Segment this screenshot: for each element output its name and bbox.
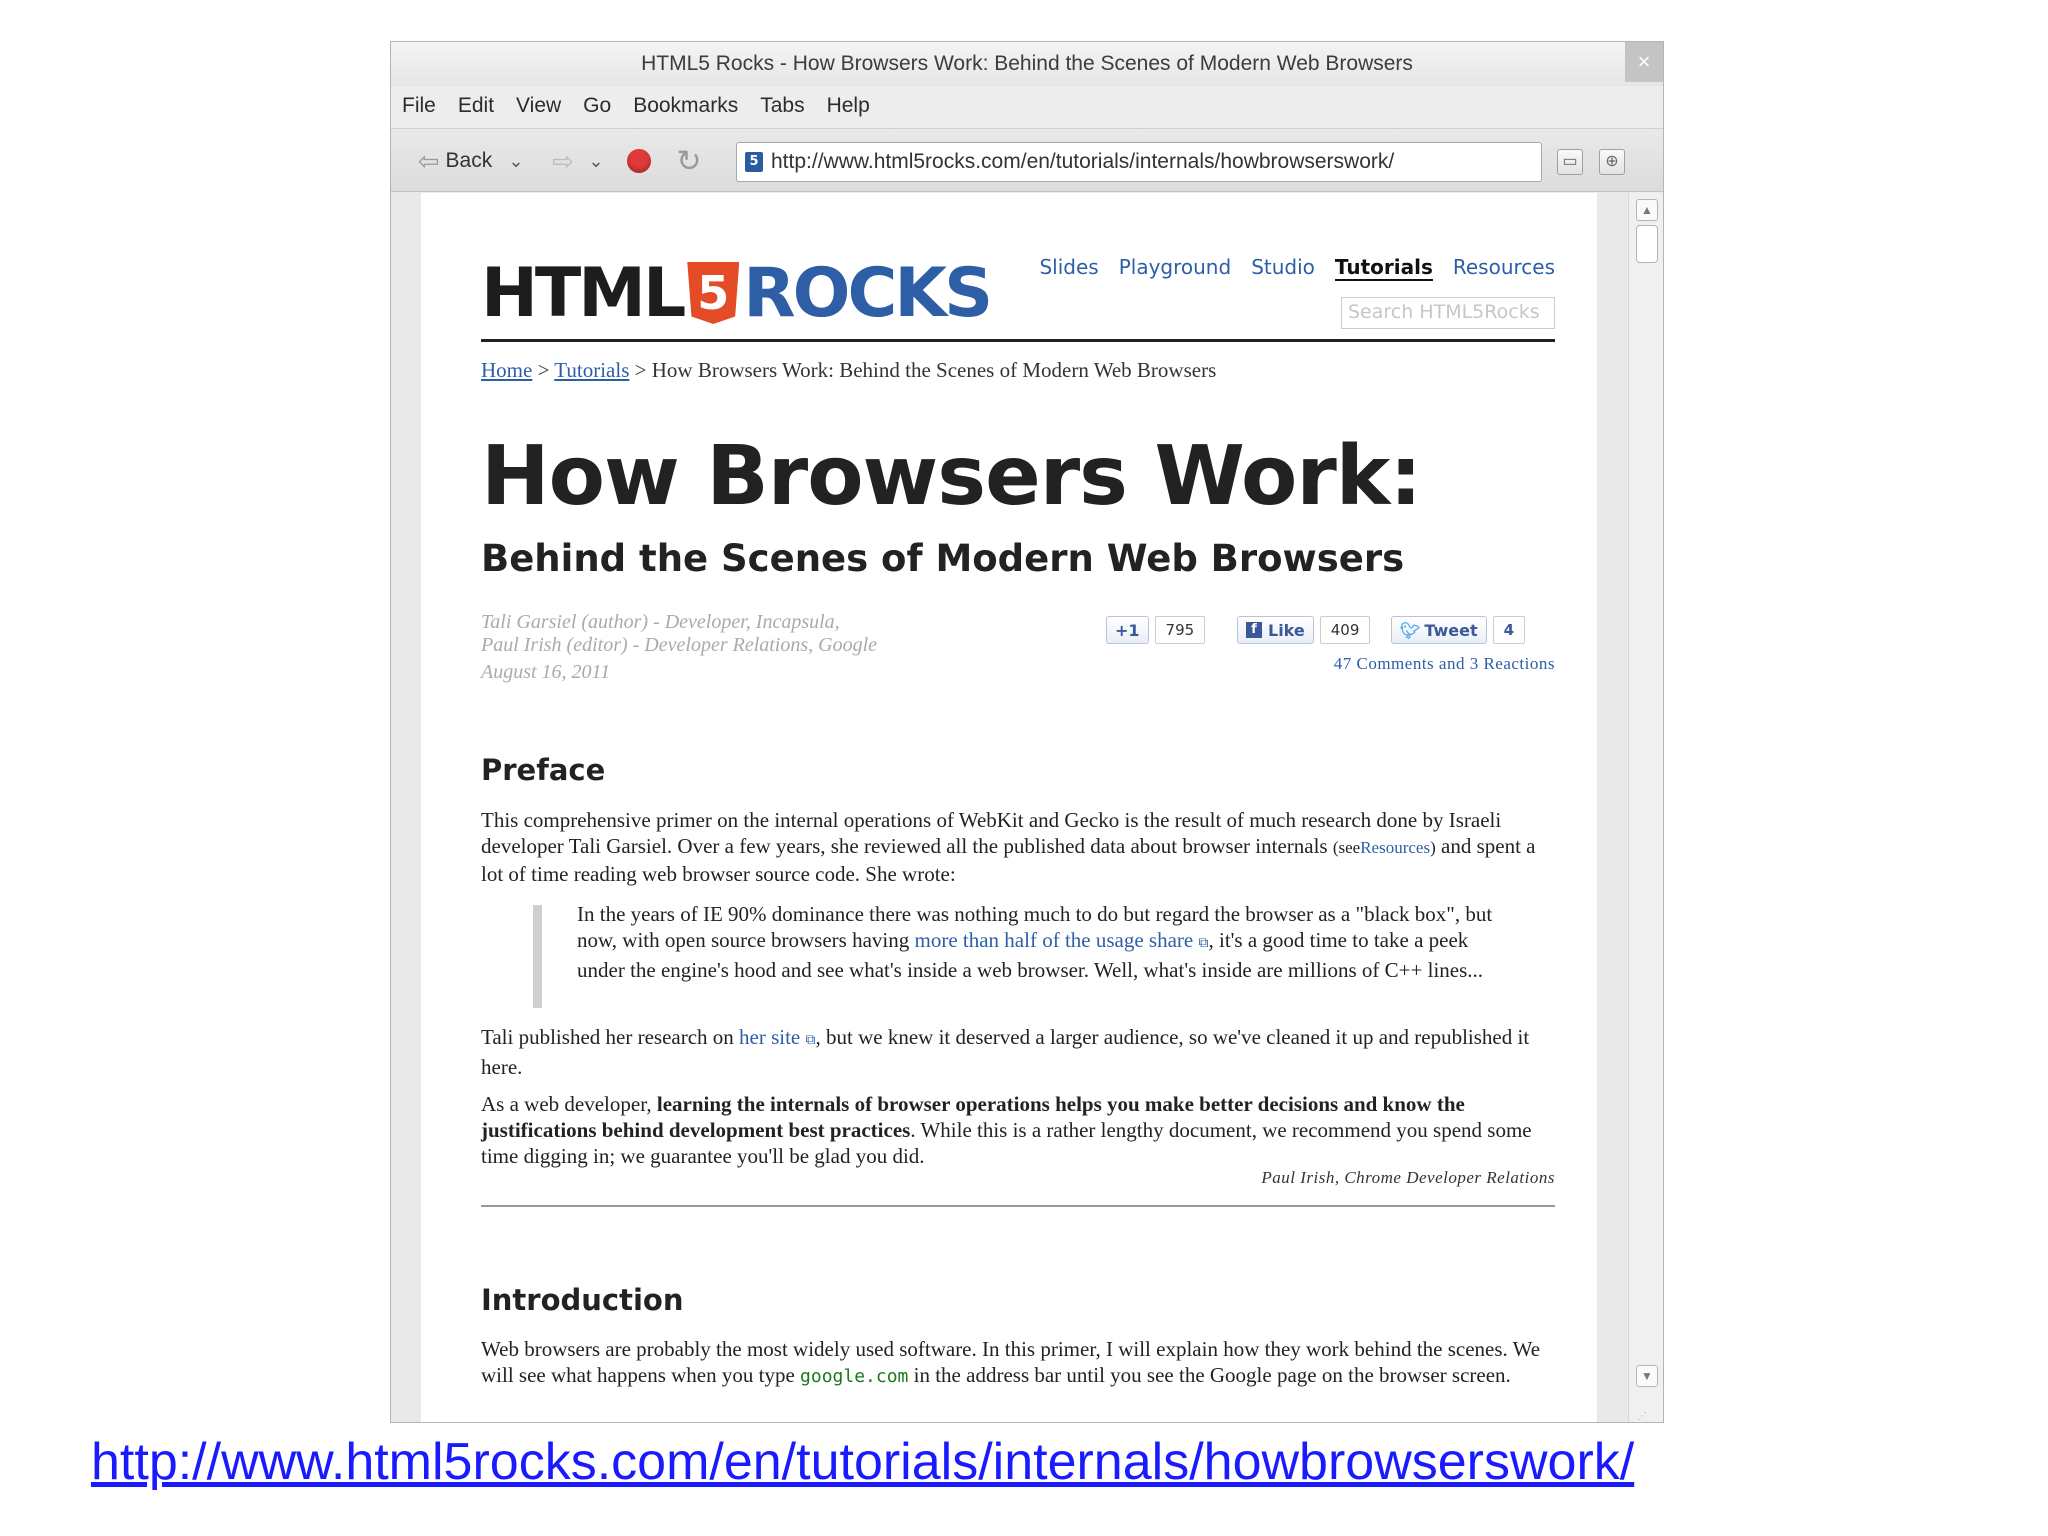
minimize-toolbar-icon[interactable]: ▭: [1557, 149, 1583, 175]
external-link-icon: ⧉: [805, 1033, 816, 1048]
html5-badge-icon: 5: [687, 262, 740, 324]
back-history-dropdown-icon[interactable]: ⌄: [503, 129, 529, 193]
forward-history-dropdown-icon[interactable]: ⌄: [583, 129, 609, 193]
facebook-icon: f: [1246, 622, 1262, 638]
menu-tabs[interactable]: Tabs: [760, 94, 804, 118]
twitter-bird-icon: 🐦︎: [1400, 620, 1421, 640]
plusone-count: 795: [1154, 616, 1206, 644]
vertical-scrollbar[interactable]: ▲ ▼ ⋰: [1628, 193, 1663, 1422]
her-site-link[interactable]: her site ⧉: [739, 1025, 815, 1049]
tweet-widget: 🐦︎ Tweet 4: [1391, 616, 1526, 644]
comments-link[interactable]: 47 Comments and 3 Reactions: [1334, 654, 1555, 674]
close-icon[interactable]: ×: [1625, 42, 1663, 82]
preface-p2-text: Tali published her research on: [481, 1025, 734, 1049]
tweet-label: Tweet: [1424, 620, 1478, 640]
preface-paragraph-2: Tali published her research on her site …: [481, 1024, 1559, 1080]
back-button[interactable]: ⇦ Back: [407, 129, 503, 193]
breadcrumb-separator: >: [634, 358, 647, 382]
like-label: Like: [1268, 620, 1305, 640]
article-meta: Tali Garsiel (author) - Developer, Incap…: [481, 611, 877, 684]
preface-p1-see: (see: [1332, 838, 1361, 857]
stop-button[interactable]: [617, 129, 661, 193]
nav-studio[interactable]: Studio: [1251, 255, 1315, 281]
scroll-down-icon[interactable]: ▼: [1636, 1365, 1658, 1387]
site-search-input[interactable]: Search HTML5Rocks: [1341, 297, 1555, 329]
resize-grip-icon[interactable]: ⋰: [1637, 1411, 1647, 1422]
preface-p1-close: ): [1430, 838, 1436, 857]
preface-paragraph-3: As a web developer, learning the interna…: [481, 1091, 1559, 1169]
nav-resources[interactable]: Resources: [1453, 255, 1555, 281]
header-divider: [481, 339, 1555, 342]
plusone-button[interactable]: +1: [1106, 616, 1149, 644]
editor-line: Paul Irish (editor) - Developer Relation…: [481, 634, 878, 656]
preface-p3-text: As a web developer,: [481, 1092, 652, 1116]
intro-code: google.com: [800, 1366, 909, 1387]
back-label: Back: [445, 149, 493, 172]
preface-signature: Paul Irish, Chrome Developer Relations: [1261, 1168, 1555, 1187]
nav-playground[interactable]: Playground: [1119, 255, 1231, 281]
window-title: HTML5 Rocks - How Browsers Work: Behind …: [641, 52, 1413, 75]
navigation-toolbar: ⇦ Back ⌄ ⇨ ⌄ ↻ 5 http://www.html5rocks.c…: [391, 128, 1663, 192]
menu-bar: File Edit View Go Bookmarks Tabs Help: [391, 86, 1663, 126]
like-widget: f Like 409: [1237, 616, 1371, 644]
site-logo[interactable]: HTML 5 ROCKS: [481, 254, 993, 333]
intro-text-end: in the address bar until you see the Goo…: [913, 1363, 1511, 1387]
article-subtitle: Behind the Scenes of Modern Web Browsers: [481, 537, 1405, 580]
menu-help[interactable]: Help: [827, 94, 870, 118]
new-tab-icon[interactable]: ⊕: [1599, 149, 1625, 175]
usage-share-link-text: more than half of the usage share: [914, 928, 1194, 952]
resources-link[interactable]: Resources: [1360, 838, 1430, 857]
menu-go[interactable]: Go: [583, 94, 611, 118]
nav-tutorials[interactable]: Tutorials: [1334, 255, 1433, 281]
back-arrow-icon: ⇦: [417, 145, 440, 176]
forward-arrow-icon[interactable]: ⇨: [543, 129, 583, 193]
browser-window: HTML5 Rocks - How Browsers Work: Behind …: [390, 41, 1664, 1423]
blockquote: In the years of IE 90% dominance there w…: [577, 901, 1507, 983]
her-site-link-text: her site: [739, 1025, 801, 1049]
menu-edit[interactable]: Edit: [458, 94, 494, 118]
stop-icon: [627, 149, 651, 173]
like-count: 409: [1319, 616, 1371, 644]
plusone-widget: +1 795: [1106, 616, 1206, 644]
logo-rocks-text: ROCKS: [743, 253, 993, 333]
introduction-heading: Introduction: [481, 1283, 684, 1317]
reload-icon[interactable]: ↻: [667, 129, 711, 193]
scroll-up-icon[interactable]: ▲: [1636, 199, 1658, 221]
tweet-button[interactable]: 🐦︎ Tweet: [1391, 616, 1487, 644]
breadcrumb-current: How Browsers Work: Behind the Scenes of …: [651, 358, 1217, 382]
preface-paragraph-1: This comprehensive primer on the interna…: [481, 807, 1559, 887]
breadcrumb-separator: >: [537, 358, 550, 382]
title-bar: HTML5 Rocks - How Browsers Work: Behind …: [391, 42, 1663, 86]
menu-view[interactable]: View: [516, 94, 561, 118]
menu-bookmarks[interactable]: Bookmarks: [633, 94, 738, 118]
like-button[interactable]: f Like: [1237, 616, 1314, 644]
scroll-thumb[interactable]: [1636, 225, 1658, 263]
article-title: How Browsers Work:: [481, 429, 1422, 524]
menu-file[interactable]: File: [402, 94, 436, 118]
introduction-paragraph: Web browsers are probably the most widel…: [481, 1336, 1559, 1390]
breadcrumb-home-link[interactable]: Home: [481, 358, 532, 382]
breadcrumb: Home > Tutorials > How Browsers Work: Be…: [481, 358, 1216, 383]
url-text[interactable]: http://www.html5rocks.com/en/tutorials/i…: [771, 150, 1394, 174]
section-divider: [481, 1205, 1555, 1207]
site-favicon-icon: 5: [745, 152, 763, 172]
tweet-count: 4: [1492, 616, 1526, 644]
usage-share-link[interactable]: more than half of the usage share ⧉: [915, 928, 1209, 952]
breadcrumb-tutorials-link[interactable]: Tutorials: [554, 358, 629, 382]
author-line: Tali Garsiel (author) - Developer, Incap…: [481, 611, 840, 633]
external-link-icon: ⧉: [1198, 936, 1209, 951]
address-bar[interactable]: 5 http://www.html5rocks.com/en/tutorials…: [736, 142, 1542, 182]
nav-slides[interactable]: Slides: [1039, 255, 1098, 281]
site-navigation: Slides Playground Studio Tutorials Resou…: [1019, 255, 1555, 281]
logo-html-text: HTML: [481, 253, 686, 333]
preface-heading: Preface: [481, 753, 606, 787]
plusone-label: +1: [1115, 620, 1140, 640]
web-page: HTML 5 ROCKS Slides Playground Studio Tu…: [421, 193, 1597, 1422]
blockquote-bar: [533, 905, 542, 1008]
article-date: August 16, 2011: [481, 661, 611, 683]
caption-url-link[interactable]: http://www.html5rocks.com/en/tutorials/i…: [91, 1432, 1634, 1492]
